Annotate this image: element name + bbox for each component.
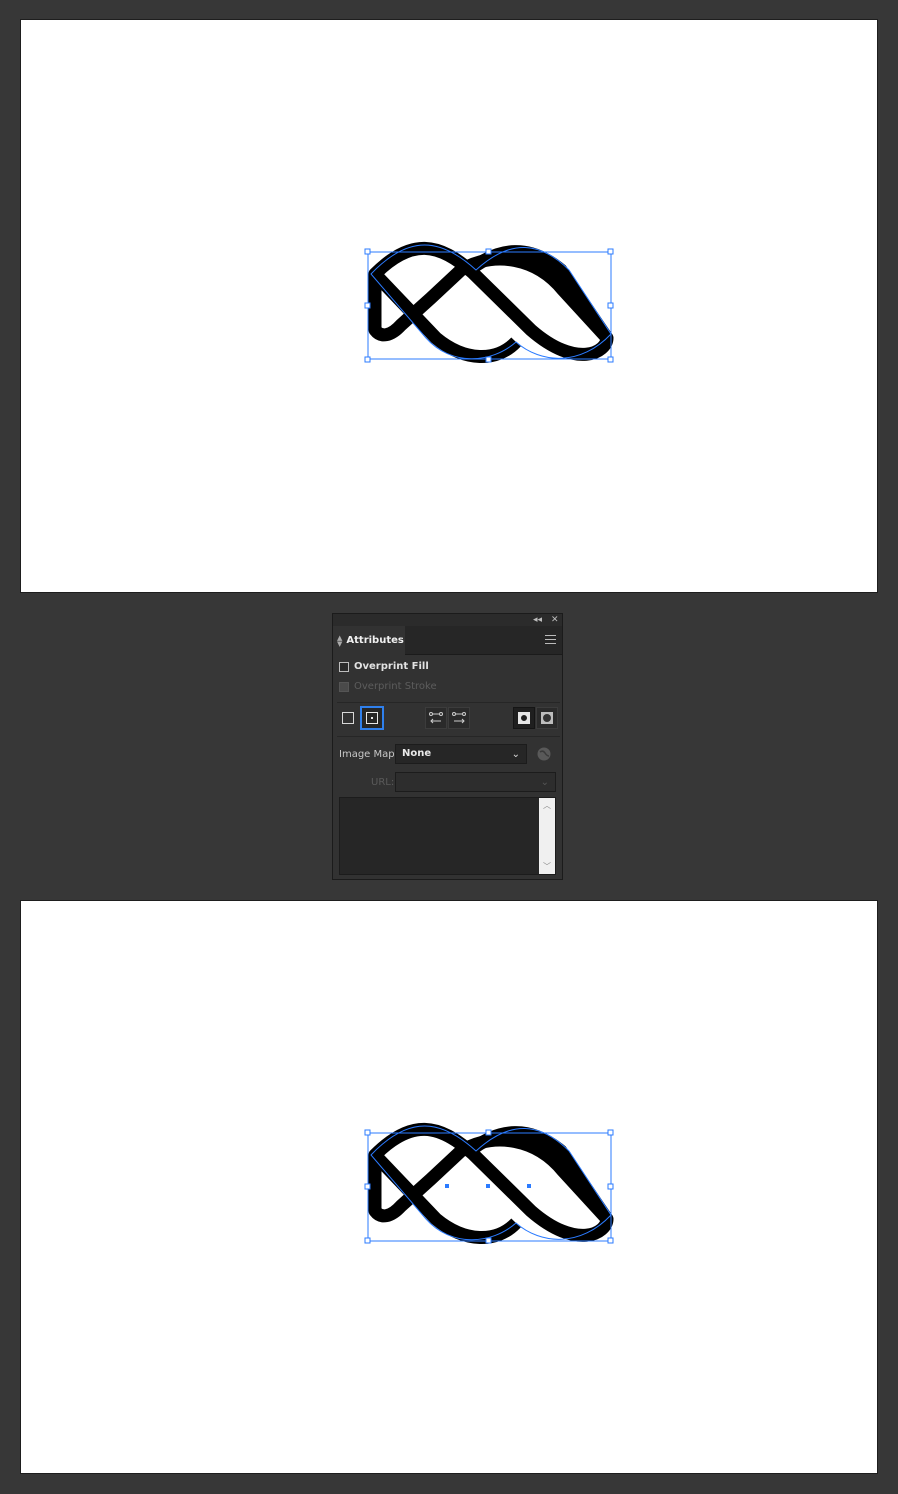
center-points [445,1184,531,1188]
center-point [445,1184,449,1188]
image-map-label: Image Map: [339,749,398,760]
infinity-shape-outline [368,241,614,363]
image-map-value: None [402,748,432,759]
overprint-fill-row[interactable]: Overprint Fill [339,661,429,672]
overprint-stroke-label: Overprint Stroke [354,681,437,692]
panel-tab-row: ▲ ▼ Attributes [333,626,562,655]
show-center-button[interactable] [360,706,384,730]
reverse-path-left-icon [429,712,443,724]
overprint-stroke-checkbox [339,681,349,692]
even-odd-button[interactable] [536,707,558,729]
url-dropdown: ⌄ [395,772,556,792]
reverse-path-on-button[interactable] [448,707,470,729]
reverse-path-right-icon [452,712,466,724]
infinity-shape-outline [368,1122,614,1244]
url-label: URL: [371,777,395,788]
notes-scrollbar[interactable]: ︿ ﹀ [539,798,555,874]
center-point [486,1184,490,1188]
nonzero-winding-button[interactable] [513,707,535,729]
image-map-dropdown[interactable]: None ⌄ [395,744,527,764]
attributes-panel: ◂◂ ✕ ▲ ▼ Attributes Overprint Fill Overpr… [332,613,563,880]
tab-reorder-icon: ▲ ▼ [337,633,343,648]
tab-attributes-label: Attributes [346,635,404,646]
overprint-stroke-row: Overprint Stroke [339,681,437,692]
dont-show-center-button[interactable] [337,707,359,729]
artboard-top[interactable] [20,19,878,593]
artboard-bottom[interactable] [20,900,878,1474]
divider [337,702,560,703]
close-panel-icon[interactable]: ✕ [551,614,559,626]
artwork-top [364,241,614,363]
chevron-down-icon: ⌄ [511,749,520,760]
overprint-fill-label: Overprint Fill [354,661,429,672]
square-icon [342,712,354,724]
nonzero-winding-icon [518,712,530,724]
artwork-bottom [364,1122,614,1244]
center-point [527,1184,531,1188]
scroll-down-icon[interactable]: ﹀ [539,861,555,872]
tab-attributes[interactable]: ▲ ▼ Attributes [333,626,405,655]
scroll-up-icon[interactable]: ︿ [539,800,555,811]
notes-textarea[interactable]: ︿ ﹀ [339,797,556,875]
reverse-path-off-button[interactable] [425,707,447,729]
panel-menu-icon[interactable] [545,635,556,647]
square-dot-icon [366,712,378,724]
divider [337,736,560,737]
collapse-panel-icon[interactable]: ◂◂ [533,614,542,626]
globe-icon[interactable] [537,747,551,764]
overprint-fill-checkbox[interactable] [339,661,349,672]
chevron-down-icon: ⌄ [540,777,549,788]
panel-title-bar[interactable]: ◂◂ ✕ [333,614,562,626]
even-odd-icon [541,712,553,724]
